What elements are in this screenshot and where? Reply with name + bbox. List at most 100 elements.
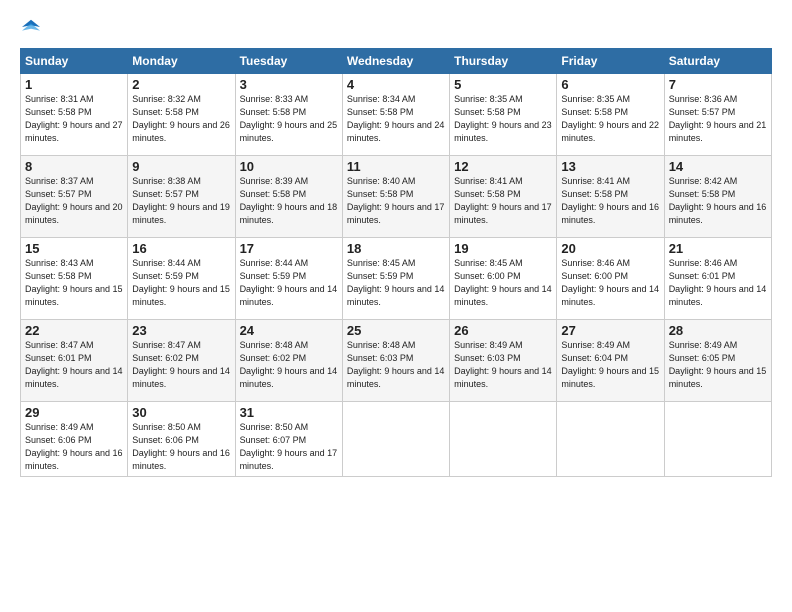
header-day-wednesday: Wednesday [342, 49, 449, 74]
header-day-monday: Monday [128, 49, 235, 74]
header [20, 18, 772, 38]
day-cell: 16 Sunrise: 8:44 AMSunset: 5:59 PMDaylig… [128, 238, 235, 320]
day-info: Sunrise: 8:31 AMSunset: 5:58 PMDaylight:… [25, 94, 123, 143]
day-cell: 24 Sunrise: 8:48 AMSunset: 6:02 PMDaylig… [235, 320, 342, 402]
day-number: 24 [240, 323, 338, 338]
day-info: Sunrise: 8:44 AMSunset: 5:59 PMDaylight:… [132, 258, 230, 307]
day-number: 29 [25, 405, 123, 420]
day-cell: 18 Sunrise: 8:45 AMSunset: 5:59 PMDaylig… [342, 238, 449, 320]
day-number: 12 [454, 159, 552, 174]
day-info: Sunrise: 8:45 AMSunset: 6:00 PMDaylight:… [454, 258, 552, 307]
day-number: 25 [347, 323, 445, 338]
day-cell [557, 402, 664, 477]
header-day-saturday: Saturday [664, 49, 771, 74]
day-cell: 22 Sunrise: 8:47 AMSunset: 6:01 PMDaylig… [21, 320, 128, 402]
day-info: Sunrise: 8:50 AMSunset: 6:06 PMDaylight:… [132, 422, 230, 471]
day-info: Sunrise: 8:47 AMSunset: 6:02 PMDaylight:… [132, 340, 230, 389]
day-number: 9 [132, 159, 230, 174]
logo-bird-icon [22, 18, 40, 36]
day-number: 30 [132, 405, 230, 420]
day-number: 5 [454, 77, 552, 92]
day-info: Sunrise: 8:38 AMSunset: 5:57 PMDaylight:… [132, 176, 230, 225]
day-number: 11 [347, 159, 445, 174]
header-day-friday: Friday [557, 49, 664, 74]
day-info: Sunrise: 8:36 AMSunset: 5:57 PMDaylight:… [669, 94, 767, 143]
day-cell: 14 Sunrise: 8:42 AMSunset: 5:58 PMDaylig… [664, 156, 771, 238]
day-info: Sunrise: 8:46 AMSunset: 6:01 PMDaylight:… [669, 258, 767, 307]
day-cell: 21 Sunrise: 8:46 AMSunset: 6:01 PMDaylig… [664, 238, 771, 320]
day-number: 22 [25, 323, 123, 338]
day-cell: 2 Sunrise: 8:32 AMSunset: 5:58 PMDayligh… [128, 74, 235, 156]
day-cell: 25 Sunrise: 8:48 AMSunset: 6:03 PMDaylig… [342, 320, 449, 402]
day-cell: 9 Sunrise: 8:38 AMSunset: 5:57 PMDayligh… [128, 156, 235, 238]
day-info: Sunrise: 8:43 AMSunset: 5:58 PMDaylight:… [25, 258, 123, 307]
day-cell: 12 Sunrise: 8:41 AMSunset: 5:58 PMDaylig… [450, 156, 557, 238]
day-number: 4 [347, 77, 445, 92]
day-number: 13 [561, 159, 659, 174]
week-row-4: 22 Sunrise: 8:47 AMSunset: 6:01 PMDaylig… [21, 320, 772, 402]
day-number: 6 [561, 77, 659, 92]
day-info: Sunrise: 8:32 AMSunset: 5:58 PMDaylight:… [132, 94, 230, 143]
week-row-1: 1 Sunrise: 8:31 AMSunset: 5:58 PMDayligh… [21, 74, 772, 156]
day-number: 28 [669, 323, 767, 338]
day-number: 17 [240, 241, 338, 256]
day-number: 31 [240, 405, 338, 420]
day-number: 10 [240, 159, 338, 174]
header-day-thursday: Thursday [450, 49, 557, 74]
day-cell [450, 402, 557, 477]
day-cell: 4 Sunrise: 8:34 AMSunset: 5:58 PMDayligh… [342, 74, 449, 156]
day-cell: 19 Sunrise: 8:45 AMSunset: 6:00 PMDaylig… [450, 238, 557, 320]
day-number: 19 [454, 241, 552, 256]
day-info: Sunrise: 8:40 AMSunset: 5:58 PMDaylight:… [347, 176, 445, 225]
day-info: Sunrise: 8:37 AMSunset: 5:57 PMDaylight:… [25, 176, 123, 225]
day-info: Sunrise: 8:35 AMSunset: 5:58 PMDaylight:… [454, 94, 552, 143]
day-number: 15 [25, 241, 123, 256]
day-info: Sunrise: 8:47 AMSunset: 6:01 PMDaylight:… [25, 340, 123, 389]
day-cell: 7 Sunrise: 8:36 AMSunset: 5:57 PMDayligh… [664, 74, 771, 156]
day-cell: 13 Sunrise: 8:41 AMSunset: 5:58 PMDaylig… [557, 156, 664, 238]
day-info: Sunrise: 8:41 AMSunset: 5:58 PMDaylight:… [561, 176, 659, 225]
day-cell: 29 Sunrise: 8:49 AMSunset: 6:06 PMDaylig… [21, 402, 128, 477]
day-cell: 27 Sunrise: 8:49 AMSunset: 6:04 PMDaylig… [557, 320, 664, 402]
logo [20, 18, 40, 38]
day-number: 20 [561, 241, 659, 256]
day-info: Sunrise: 8:48 AMSunset: 6:02 PMDaylight:… [240, 340, 338, 389]
day-number: 27 [561, 323, 659, 338]
day-info: Sunrise: 8:42 AMSunset: 5:58 PMDaylight:… [669, 176, 767, 225]
day-info: Sunrise: 8:41 AMSunset: 5:58 PMDaylight:… [454, 176, 552, 225]
day-cell: 20 Sunrise: 8:46 AMSunset: 6:00 PMDaylig… [557, 238, 664, 320]
day-cell: 3 Sunrise: 8:33 AMSunset: 5:58 PMDayligh… [235, 74, 342, 156]
day-info: Sunrise: 8:49 AMSunset: 6:04 PMDaylight:… [561, 340, 659, 389]
calendar-table: SundayMondayTuesdayWednesdayThursdayFrid… [20, 48, 772, 477]
header-day-tuesday: Tuesday [235, 49, 342, 74]
day-info: Sunrise: 8:45 AMSunset: 5:59 PMDaylight:… [347, 258, 445, 307]
day-cell: 15 Sunrise: 8:43 AMSunset: 5:58 PMDaylig… [21, 238, 128, 320]
day-number: 23 [132, 323, 230, 338]
day-number: 7 [669, 77, 767, 92]
day-number: 26 [454, 323, 552, 338]
day-cell [342, 402, 449, 477]
day-info: Sunrise: 8:35 AMSunset: 5:58 PMDaylight:… [561, 94, 659, 143]
header-day-sunday: Sunday [21, 49, 128, 74]
day-number: 2 [132, 77, 230, 92]
day-cell: 31 Sunrise: 8:50 AMSunset: 6:07 PMDaylig… [235, 402, 342, 477]
day-info: Sunrise: 8:49 AMSunset: 6:05 PMDaylight:… [669, 340, 767, 389]
day-cell: 1 Sunrise: 8:31 AMSunset: 5:58 PMDayligh… [21, 74, 128, 156]
day-info: Sunrise: 8:49 AMSunset: 6:06 PMDaylight:… [25, 422, 123, 471]
day-cell: 11 Sunrise: 8:40 AMSunset: 5:58 PMDaylig… [342, 156, 449, 238]
page: SundayMondayTuesdayWednesdayThursdayFrid… [0, 0, 792, 612]
day-cell: 23 Sunrise: 8:47 AMSunset: 6:02 PMDaylig… [128, 320, 235, 402]
day-info: Sunrise: 8:46 AMSunset: 6:00 PMDaylight:… [561, 258, 659, 307]
day-number: 8 [25, 159, 123, 174]
day-number: 16 [132, 241, 230, 256]
day-number: 3 [240, 77, 338, 92]
day-cell: 17 Sunrise: 8:44 AMSunset: 5:59 PMDaylig… [235, 238, 342, 320]
day-number: 14 [669, 159, 767, 174]
header-row: SundayMondayTuesdayWednesdayThursdayFrid… [21, 49, 772, 74]
week-row-2: 8 Sunrise: 8:37 AMSunset: 5:57 PMDayligh… [21, 156, 772, 238]
day-cell: 6 Sunrise: 8:35 AMSunset: 5:58 PMDayligh… [557, 74, 664, 156]
day-info: Sunrise: 8:49 AMSunset: 6:03 PMDaylight:… [454, 340, 552, 389]
day-info: Sunrise: 8:33 AMSunset: 5:58 PMDaylight:… [240, 94, 338, 143]
day-info: Sunrise: 8:50 AMSunset: 6:07 PMDaylight:… [240, 422, 338, 471]
day-number: 1 [25, 77, 123, 92]
